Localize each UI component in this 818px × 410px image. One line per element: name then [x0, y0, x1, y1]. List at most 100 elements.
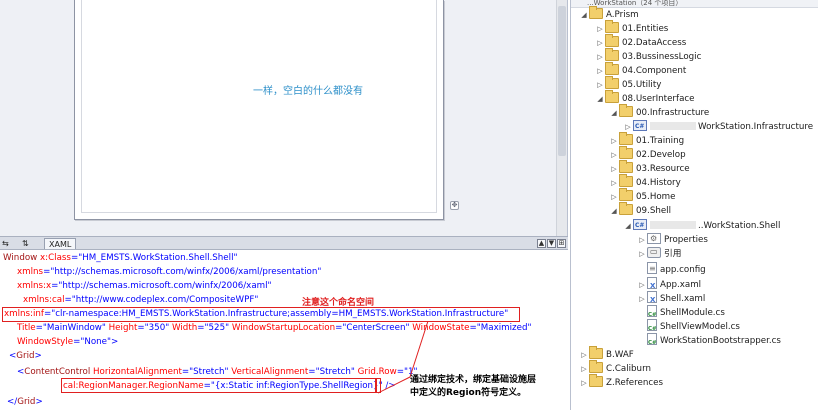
designer-vertical-scrollbar[interactable] [556, 0, 567, 236]
xaml-file-icon [647, 291, 657, 307]
expand-arrow-icon[interactable]: ▷ [637, 292, 647, 306]
tree-item-b-waf[interactable]: ▷ B.WAF [579, 346, 634, 362]
token: ="Stretch" [308, 367, 355, 377]
token: ="Maximized" [469, 323, 532, 333]
token: Grid [16, 351, 35, 361]
tree-item-label: C.Caliburn [606, 364, 651, 374]
properties-icon [647, 232, 661, 246]
wpf-designer-surface[interactable]: 一样，空白的什么都没有 ✥ [0, 0, 568, 236]
redacted-text [650, 122, 696, 130]
tree-item-bootstrapper[interactable]: WorkStationBootstrapper.cs [637, 333, 781, 350]
token: VerticalAlignment [228, 367, 309, 377]
csharp-file-icon [647, 319, 657, 336]
token: ContentControl [24, 367, 91, 377]
tree-item-properties[interactable]: ▷ Properties [637, 232, 708, 247]
tree-item-label: 03.BussinessLogic [622, 52, 702, 62]
split-orientation-icon[interactable]: ⇅ [22, 238, 29, 249]
solution-explorer[interactable]: ...WorkStation（24 个项目） ◢ A.Prism ▷ 01.Enti… [570, 0, 818, 410]
tree-item-label: 01.Entities [622, 24, 669, 34]
csharp-file-icon [647, 333, 657, 350]
expand-arrow-icon[interactable]: ▷ [609, 134, 619, 148]
solution-root-node[interactable]: ...WorkStation（24 个项目） [571, 0, 818, 8]
token: =" [43, 267, 55, 277]
expand-arrow-icon[interactable]: ▷ [609, 148, 619, 162]
csharp-file-icon [647, 305, 657, 322]
tree-item-app-xaml[interactable]: ▷ App.xaml [637, 277, 701, 293]
tree-item-shellmodule[interactable]: ShellModule.cs [637, 305, 725, 322]
expand-arrow-icon[interactable]: ▷ [579, 348, 589, 362]
tree-item-label: 05.Home [636, 192, 676, 202]
binding-annotation-line-2: 中定义的Region符号定义。 [410, 388, 527, 398]
tree-item-z-references[interactable]: ▷ Z.References [579, 374, 663, 390]
tree-item-app-config[interactable]: app.config [637, 262, 706, 276]
token: ="525" [197, 323, 230, 333]
expand-arrow-icon[interactable]: ▷ [579, 376, 589, 390]
token: " [254, 295, 259, 305]
collapse-arrow-icon[interactable]: ◢ [609, 106, 619, 120]
code-line-2: xmlns="http://schemas.microsoft.com/winf… [17, 265, 321, 279]
expand-arrow-icon[interactable]: ▷ [609, 190, 619, 204]
scrollbar-thumb[interactable] [558, 6, 566, 156]
move-grip-icon[interactable]: ✥ [450, 201, 459, 210]
tree-item-infrastructure-project[interactable]: ▷WorkStation.Infrastructure [623, 120, 813, 134]
tree-item-shellviewmodel[interactable]: ShellViewModel.cs [637, 319, 740, 336]
tree-item-label: A.Prism [606, 10, 639, 20]
expand-arrow-icon[interactable]: ▷ [595, 64, 605, 78]
folder-icon [589, 346, 603, 359]
tree-item-userinterface[interactable]: ◢ 08.UserInterface [595, 90, 695, 106]
collapse-arrow-icon[interactable]: ◢ [623, 219, 633, 233]
folder-icon [619, 160, 633, 173]
expand-arrow-icon[interactable]: ▷ [595, 78, 605, 92]
token: Window [3, 253, 38, 263]
token: Grid [17, 397, 36, 407]
folder-icon [605, 48, 619, 61]
code-line-9: <ContentControl HorizontalAlignment="Str… [17, 365, 418, 379]
binding-annotation: 通过绑定技术，绑定基础设施层 中定义的Region符号定义。 [410, 374, 566, 400]
code-line-8: <Grid> [9, 349, 42, 363]
expand-pane-button[interactable]: ⊞ [557, 239, 566, 248]
tree-item-references[interactable]: ▷ 引用 [637, 245, 681, 261]
xaml-code-editor[interactable]: Window x:Class="HM_EMSTS.WorkStation.She… [0, 251, 568, 410]
redacted-text [650, 221, 696, 229]
folder-icon [605, 62, 619, 75]
token: Width [169, 323, 198, 333]
collapse-arrow-icon[interactable]: ◢ [609, 204, 619, 218]
folder-icon [619, 174, 633, 187]
tree-item-shell-xaml[interactable]: ▷ Shell.xaml [637, 291, 705, 307]
expand-arrow-icon[interactable]: ▷ [609, 162, 619, 176]
expand-arrow-icon[interactable]: ▷ [595, 36, 605, 50]
expand-arrow-icon[interactable]: ▷ [637, 233, 647, 247]
token: " [267, 281, 272, 291]
tree-item-label: B.WAF [606, 350, 634, 360]
tree-item-infrastructure-folder[interactable]: ◢ 00.Infrastructure [609, 104, 709, 120]
tree-item-label: ShellModule.cs [660, 308, 725, 318]
expand-arrow-icon[interactable]: ▷ [637, 247, 647, 261]
tree-item-label: 03.Resource [636, 164, 690, 174]
expand-arrow-icon[interactable]: ▷ [609, 176, 619, 190]
swap-panes-icon[interactable]: ⇆ [2, 238, 9, 249]
token: > [35, 397, 43, 407]
expand-arrow-icon[interactable]: ▷ [579, 362, 589, 376]
code-line-11: </Grid> [7, 395, 43, 409]
tab-xaml[interactable]: XAML [44, 238, 77, 249]
tree-item-label: app.config [660, 265, 706, 275]
scroll-up-button[interactable]: ▲ [537, 239, 546, 248]
tree-item-label: 05.Utility [622, 80, 662, 90]
scroll-down-button[interactable]: ▼ [547, 239, 556, 248]
expand-arrow-icon[interactable]: ▷ [637, 278, 647, 292]
folder-icon [619, 188, 633, 201]
folder-icon [619, 132, 633, 145]
namespace-annotation: 注意这个命名空间 [302, 298, 375, 308]
empty-window-note: 一样，空白的什么都没有 [253, 86, 363, 97]
design-window-client-area [81, 0, 437, 213]
expand-arrow-icon[interactable]: ▷ [595, 22, 605, 36]
design-window-preview[interactable]: 一样，空白的什么都没有 [74, 0, 444, 220]
folder-icon [589, 6, 603, 19]
tree-item-shell-project[interactable]: ◢ ..WorkStation.Shell [623, 219, 780, 233]
collapse-arrow-icon[interactable]: ◢ [579, 8, 589, 22]
token: ="None" [73, 337, 112, 347]
token: xmlns:cal [23, 295, 65, 305]
expand-arrow-icon[interactable]: ▷ [595, 50, 605, 64]
tree-item-shell-folder[interactable]: ◢ 09.Shell [609, 202, 671, 218]
collapse-arrow-icon[interactable]: ◢ [595, 92, 605, 106]
